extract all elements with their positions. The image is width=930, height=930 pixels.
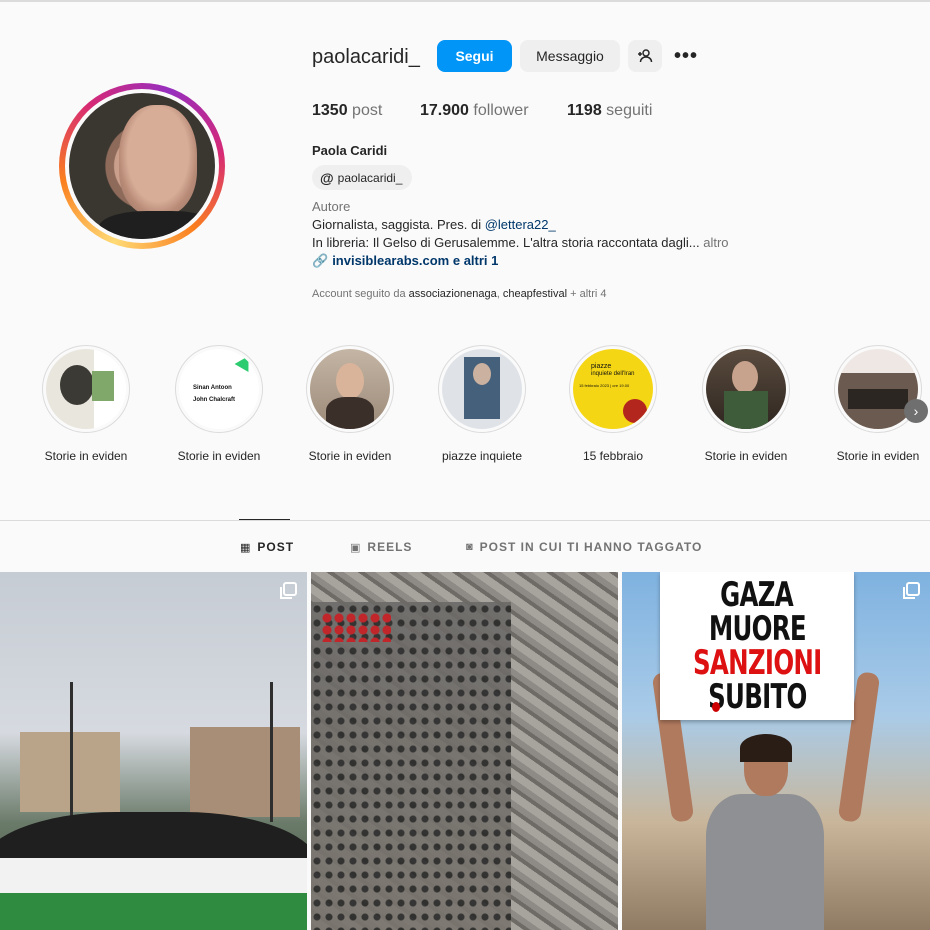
link-icon: 🔗 [312, 253, 329, 268]
highlight-item[interactable]: Sinan Antoon John Chalcraft Storie in ev… [164, 345, 274, 463]
tagged-icon: ◙ [466, 541, 474, 553]
blood-drop-icon [712, 702, 720, 712]
highlight-cover [442, 349, 522, 429]
tab-reels[interactable]: ▣ REELS [350, 540, 412, 554]
carousel-icon [280, 582, 297, 599]
highlight-cover [310, 349, 390, 429]
bio-line-1: Giornalista, saggista. Pres. di @lettera… [312, 217, 556, 232]
carousel-icon [903, 582, 920, 599]
highlight-cover: Sinan Antoon John Chalcraft [179, 349, 259, 429]
profile-category: Autore [312, 199, 351, 214]
bio-more-link[interactable]: altro [703, 235, 728, 250]
threads-icon: @ [320, 169, 334, 186]
highlights-next-button[interactable]: › [904, 399, 928, 423]
active-tab-indicator [239, 519, 290, 520]
highlight-cover [706, 349, 786, 429]
highlight-item[interactable]: Storie in eviden [31, 345, 141, 463]
profile-username: paolacaridi_ [312, 46, 420, 68]
highlight-cover: piazze inquiete dell'Iran 15 febbraio 20… [573, 349, 653, 429]
grid-icon: ▦ [240, 541, 252, 554]
suggest-user-button[interactable] [628, 40, 662, 72]
post-tile[interactable]: GAZA MUORE SANZIONI SUBITO [622, 572, 930, 930]
highlight-item[interactable]: piazze inquiete dell'Iran 15 febbraio 20… [558, 345, 668, 463]
follow-button[interactable]: Segui [437, 40, 512, 72]
highlight-item[interactable]: Storie in eviden [295, 345, 405, 463]
chevron-right-icon: › [913, 403, 919, 419]
posts-count: 1350 post [312, 102, 383, 119]
bio-mention-link[interactable]: @lettera22_ [485, 217, 556, 232]
highlight-item[interactable]: Storie in eviden [691, 345, 801, 463]
message-button[interactable]: Messaggio [520, 40, 620, 72]
protest-sign: GAZA MUORE SANZIONI SUBITO [660, 572, 854, 720]
threads-badge[interactable]: @ paolacaridi_ [312, 165, 413, 190]
tabs-divider [0, 520, 930, 521]
add-user-icon [638, 49, 653, 63]
post-tile[interactable] [0, 572, 307, 930]
bio-line-2: In libreria: Il Gelso di Gerusalemme. L'… [312, 235, 729, 250]
options-button[interactable]: ••• [670, 40, 702, 72]
followers-count[interactable]: 17.900 follower [420, 102, 529, 120]
highlight-item[interactable]: piazze inquiete [427, 345, 537, 463]
highlight-cover [46, 349, 126, 429]
more-icon: ••• [673, 44, 698, 67]
avatar-photo [69, 93, 215, 239]
following-count[interactable]: 1198 seguiti [567, 102, 652, 120]
profile-avatar[interactable] [59, 83, 225, 249]
followed-by-text[interactable]: Account seguito da associazionenaga, che… [312, 288, 606, 300]
tab-tagged[interactable]: ◙ POST IN CUI TI HANNO TAGGATO [466, 540, 702, 554]
top-border [0, 0, 930, 2]
reels-icon: ▣ [350, 541, 362, 554]
bio-external-link[interactable]: 🔗 invisiblearabs.com e altri 1 [312, 253, 498, 269]
post-tile[interactable] [311, 572, 618, 930]
profile-full-name: Paola Caridi [312, 143, 388, 158]
tab-post[interactable]: ▦ POST [240, 540, 294, 554]
story-highlights: Storie in eviden Sinan Antoon John Chalc… [0, 345, 930, 475]
